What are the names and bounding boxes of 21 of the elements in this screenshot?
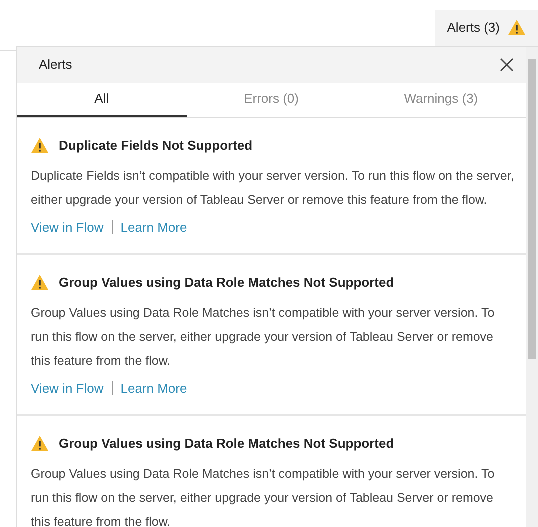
tab[interactable]: Errors (0) [186,83,356,117]
panel-title: Alerts [39,56,72,74]
scrollbar[interactable] [526,47,538,527]
tab[interactable]: Warnings (3) [356,83,526,117]
alerts-button[interactable]: Alerts (3) [435,10,538,46]
alert-title: Group Values using Data Role Matches Not Supported [59,435,394,453]
alert-title: Group Values using Data Role Matches Not Supported [59,274,394,292]
alert-link[interactable]: View in Flow [31,218,104,237]
warning-icon [31,274,49,291]
warning-icon [31,138,49,154]
alert-message: Duplicate Fields isn’t compatible with your server version. To run this flow on the server, either upgrade your version of Tableau Server or remove this feature from the flow. [31,168,516,209]
alert-message: Group Values using Data Role Matches isn’t compatible with your server version. To run this flow on the server, either upgrade your version of Tableau Server or remove this feature from the flow. [31,466,496,527]
alert-link[interactable]: Learn More [120,218,188,237]
alert-title: Duplicate Fields Not Supported [59,137,253,155]
alert-link[interactable]: Learn More [120,378,188,398]
warning-icon [31,436,49,452]
tab[interactable]: All [17,83,187,117]
warning-icon [508,20,526,36]
close-icon[interactable] [500,58,514,72]
alert-link[interactable]: View in Flow [31,378,104,398]
alert-message: Group Values using Data Role Matches isn’t compatible with your server version. To run this flow on the server, either upgrade your version of Tableau Server or remove this feature from the flow. [31,304,496,370]
